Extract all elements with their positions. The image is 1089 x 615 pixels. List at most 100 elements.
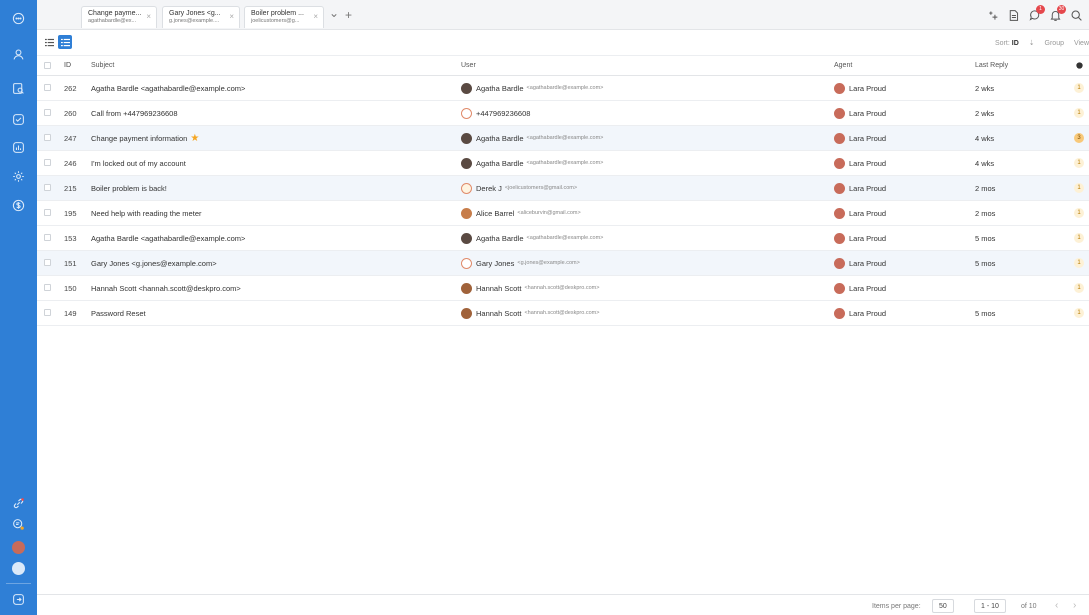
- ticket-agent[interactable]: Lara Proud: [834, 276, 964, 300]
- ticket-agent[interactable]: Lara Proud: [834, 76, 964, 100]
- document-icon[interactable]: [1007, 9, 1020, 22]
- ticket-subject[interactable]: Agatha Bardle <agathabardle@example.com>: [91, 226, 451, 250]
- column-subject[interactable]: Subject: [91, 56, 451, 75]
- user-name: Hannah Scott: [476, 308, 522, 318]
- agent-avatar: [834, 82, 845, 94]
- chat-bubble-icon[interactable]: [9, 9, 28, 28]
- table-row[interactable]: 151 Gary Jones <g.jones@example.com> Gary …: [37, 251, 1089, 276]
- ticket-user[interactable]: Agatha Bardle <agathabardle@example.com>: [461, 76, 831, 100]
- row-checkbox[interactable]: [44, 309, 51, 316]
- row-checkbox[interactable]: [44, 234, 51, 241]
- tab-gary-jones[interactable]: Gary Jones <g... g.jones@example.... ×: [162, 6, 240, 28]
- column-last-reply[interactable]: Last Reply: [975, 56, 1065, 75]
- user-name: Agatha Bardle: [476, 158, 524, 168]
- mentions-icon[interactable]: 1: [1028, 4, 1045, 22]
- table-row[interactable]: 262 Agatha Bardle <agathabardle@example.c…: [37, 76, 1089, 101]
- ticket-subject[interactable]: Hannah Scott <hannah.scott@deskpro.com>: [91, 276, 451, 300]
- table-row[interactable]: 195 Need help with reading the meter Alice…: [37, 201, 1089, 226]
- user-icon[interactable]: [9, 45, 28, 64]
- ticket-subject[interactable]: Boiler problem is back!: [91, 176, 451, 200]
- ticket-subject-text: Need help with reading the meter: [91, 208, 202, 218]
- tab-close-icon[interactable]: ×: [229, 12, 234, 21]
- row-checkbox[interactable]: [44, 109, 51, 116]
- ticket-subject[interactable]: Password Reset: [91, 301, 451, 325]
- ticket-subject[interactable]: Agatha Bardle <agathabardle@example.com>: [91, 76, 451, 100]
- row-checkbox[interactable]: [44, 259, 51, 266]
- ticket-user[interactable]: Agatha Bardle <agathabardle@example.com>: [461, 126, 831, 150]
- link-chain-icon[interactable]: [9, 494, 28, 513]
- agent-avatar[interactable]: [12, 541, 25, 554]
- prev-page-icon[interactable]: ‹: [1055, 600, 1058, 611]
- table-row[interactable]: 149 Password Reset Hannah Scott <hannah.sco…: [37, 301, 1089, 326]
- agent-status-icon[interactable]: [9, 515, 28, 534]
- billing-dollar-icon[interactable]: [9, 196, 28, 215]
- table-row[interactable]: 260 Call from +447969236608 +447969236608 L…: [37, 101, 1089, 126]
- row-checkbox[interactable]: [44, 134, 51, 141]
- ticket-user[interactable]: Agatha Bardle <agathabardle@example.com>: [461, 151, 831, 175]
- ticket-subject[interactable]: Change payment information ★: [91, 126, 451, 150]
- ticket-subject[interactable]: Call from +447969236608: [91, 101, 451, 125]
- chat-status-icon[interactable]: [12, 562, 25, 575]
- ticket-user[interactable]: +447969236608: [461, 101, 831, 125]
- ticket-agent[interactable]: Lara Proud: [834, 226, 964, 250]
- view-button[interactable]: View: [1074, 40, 1089, 47]
- top-right-icons: 1 30: [986, 4, 1083, 23]
- user-avatar: [461, 282, 472, 294]
- compact-list-view-button[interactable]: [42, 35, 56, 49]
- ticket-subject-text: Agatha Bardle <agathabardle@example.com>: [91, 83, 246, 93]
- column-agent[interactable]: Agent: [834, 56, 964, 75]
- ticket-user[interactable]: Hannah Scott <hannah.scott@deskpro.com>: [461, 301, 831, 325]
- items-per-page-select[interactable]: 50: [932, 599, 954, 613]
- ticket-search-icon[interactable]: [9, 79, 28, 98]
- column-user[interactable]: User: [461, 56, 831, 75]
- group-button[interactable]: Group: [1045, 40, 1064, 47]
- ticket-user[interactable]: Alice Barrel <aliceburvin@gmail.com>: [461, 201, 831, 225]
- search-icon[interactable]: [1070, 9, 1083, 22]
- tab-close-icon[interactable]: ×: [313, 12, 318, 21]
- ticket-agent[interactable]: Lara Proud: [834, 301, 964, 325]
- row-checkbox[interactable]: [44, 84, 51, 91]
- sparkle-icon[interactable]: [986, 9, 999, 22]
- reports-chart-icon[interactable]: [9, 138, 28, 157]
- logout-icon[interactable]: [9, 590, 28, 609]
- page-range-select[interactable]: 1 - 10: [974, 599, 1006, 613]
- row-checkbox[interactable]: [44, 159, 51, 166]
- ticket-user[interactable]: Agatha Bardle <agathabardle@example.com>: [461, 226, 831, 250]
- row-checkbox[interactable]: [44, 184, 51, 191]
- ticket-agent[interactable]: Lara Proud: [834, 101, 964, 125]
- ticket-agent[interactable]: Lara Proud: [834, 126, 964, 150]
- row-checkbox[interactable]: [44, 209, 51, 216]
- tab-boiler-problem[interactable]: Boiler problem ... joelicustomers@g... ×: [244, 6, 324, 28]
- table-row[interactable]: 246 I'm locked out of my account Agatha Ba…: [37, 151, 1089, 176]
- table-row[interactable]: 150 Hannah Scott <hannah.scott@deskpro.co…: [37, 276, 1089, 301]
- tab-close-icon[interactable]: ×: [146, 12, 151, 21]
- ticket-user[interactable]: Derek J <joelicustomers@gmail.com>: [461, 176, 831, 200]
- notifications-bell-icon[interactable]: 30: [1049, 4, 1066, 22]
- last-reply-time: 2 mos: [975, 208, 996, 218]
- ticket-user[interactable]: Hannah Scott <hannah.scott@deskpro.com>: [461, 276, 831, 300]
- settings-gear-icon[interactable]: [9, 167, 28, 186]
- ticket-agent[interactable]: Lara Proud: [834, 151, 964, 175]
- table-row[interactable]: 153 Agatha Bardle <agathabardle@example.c…: [37, 226, 1089, 251]
- table-row[interactable]: 247 Change payment information ★ Agatha Bar…: [37, 126, 1089, 151]
- next-page-icon[interactable]: ›: [1073, 600, 1076, 611]
- sort-control[interactable]: Sort: ID ⇣: [987, 40, 1035, 47]
- ticket-user[interactable]: Gary Jones <g.jones@example.com>: [461, 251, 831, 275]
- ticket-subject[interactable]: Gary Jones <g.jones@example.com>: [91, 251, 451, 275]
- column-id[interactable]: ID: [64, 56, 84, 75]
- row-checkbox[interactable]: [44, 284, 51, 291]
- tasks-check-icon[interactable]: [9, 110, 28, 129]
- tab-change-payment[interactable]: Change payme... agathabardle@ex... ×: [81, 6, 157, 28]
- ticket-subject[interactable]: I'm locked out of my account: [91, 151, 451, 175]
- user-avatar: [461, 107, 472, 119]
- ticket-agent[interactable]: Lara Proud: [834, 251, 964, 275]
- detailed-list-view-button[interactable]: [58, 35, 72, 49]
- ticket-agent[interactable]: Lara Proud: [834, 176, 964, 200]
- select-all-checkbox[interactable]: [44, 61, 51, 69]
- tabs-more-chevron-icon[interactable]: ⌄: [329, 6, 339, 20]
- add-tab-icon[interactable]: +: [345, 8, 352, 22]
- message-count: 1: [1073, 201, 1085, 225]
- ticket-subject[interactable]: Need help with reading the meter: [91, 201, 451, 225]
- ticket-agent[interactable]: Lara Proud: [834, 201, 964, 225]
- table-row[interactable]: 215 Boiler problem is back! Derek J <joelic…: [37, 176, 1089, 201]
